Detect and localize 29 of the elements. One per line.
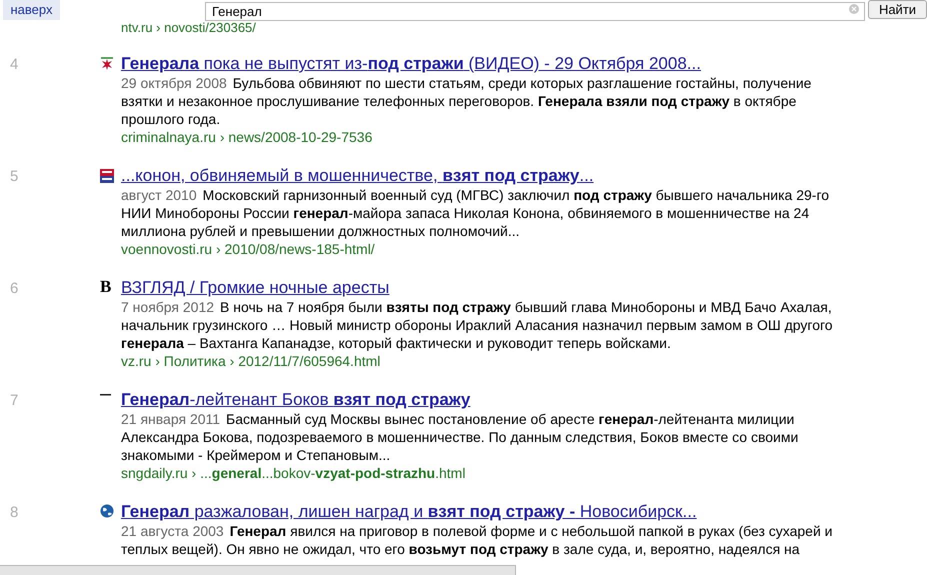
result-url[interactable]: criminalnaya.ru › news/2008-10-29-7536 (121, 128, 372, 146)
search-button[interactable]: Найти (868, 0, 927, 19)
star-icon (100, 57, 114, 71)
result-snippet: 21 августа 2003 Генерал явился на приговор в полевой форме и с небольшой папкой в руках (без сухарей и теплых вещей). Он явно не ожидал, что его возьмут под стражу в зале суда, и, вероятно, надеялся на (121, 522, 833, 558)
globe-icon (100, 504, 114, 518)
result-title-link[interactable]: Генерал-лейтенант Боков взят под стражу (121, 389, 470, 411)
result-number: 6 (9, 279, 20, 299)
clear-icon[interactable] (849, 4, 859, 14)
dash-icon (100, 394, 111, 397)
result-title-link[interactable]: ВЗГЛЯД / Громкие ночные аресты (121, 277, 390, 299)
result-number: 4 (9, 55, 20, 75)
result-url[interactable]: ntv.ru › novosti/230365/ (121, 20, 256, 35)
search-field[interactable]: Генерал (205, 2, 865, 21)
scroll-to-top-button[interactable]: наверх (3, 0, 60, 20)
news-logo-icon (100, 169, 114, 183)
result-number: 7 (9, 391, 20, 411)
result-snippet: 21 января 2011 Басманный суд Москвы вынес постановление об аресте генерал-лейтенанта милиции Александра Бокова, подозреваемого в мошенничестве. По данным следствия, Боков вместе со своими знакомыми - Креймером и Степановым... (121, 410, 800, 464)
site-logo-icon: B (100, 278, 112, 370)
result-number: 8 (9, 503, 20, 523)
result-snippet: 29 октября 2008 Бульбова обвиняют по шести статьям, среди которых разглашение гостайны, получение взятки и незаконное прослушивание телефонных переговоров. Генерала взяли под стражу в октябре прошлого года. (121, 74, 812, 128)
result-snippet: 7 ноября 2012 В ночь на 7 ноября были взяты под стражу бывший глава Минобороны и МВД Бачо Ахалая, начальник грузинского … Новый министр обороны Ираклий Аласания назначил первым замом в ОШ другого генерала – Вахтанга Капанадзе, который фактически и руководит теперь войсками. (121, 298, 833, 352)
result-title-link[interactable]: Генерал разжалован, лишен наград и взят под стражу - Новосибирск... (121, 501, 697, 523)
result-number: 5 (9, 167, 20, 187)
result-url[interactable]: sngdaily.ru › ...general...bokov-vzyat-pod-strazhu.html (121, 464, 466, 482)
result-url[interactable]: vz.ru › Политика › 2012/11/7/605964.html (121, 352, 380, 370)
result-url[interactable]: voennovosti.ru › 2010/08/news-185-html/ (121, 240, 375, 258)
result-snippet: август 2010 Московский гарнизонный военный суд (МГВС) заключил под стражу бывшего начальника 29-го НИИ Минобороны России генерал-майора запаса Николая Конона, обвиняемого в мошенничестве на 24 миллиона рублей и превышении должностных полномочий... (121, 186, 830, 240)
result-title-link[interactable]: Генерала пока не выпустят из-под стражи (ВИДЕО) - 29 Октября 2008... (121, 53, 701, 75)
result-title-link[interactable]: ...конон, обвиняемый в мошенничестве, взят под стражу... (121, 165, 594, 187)
